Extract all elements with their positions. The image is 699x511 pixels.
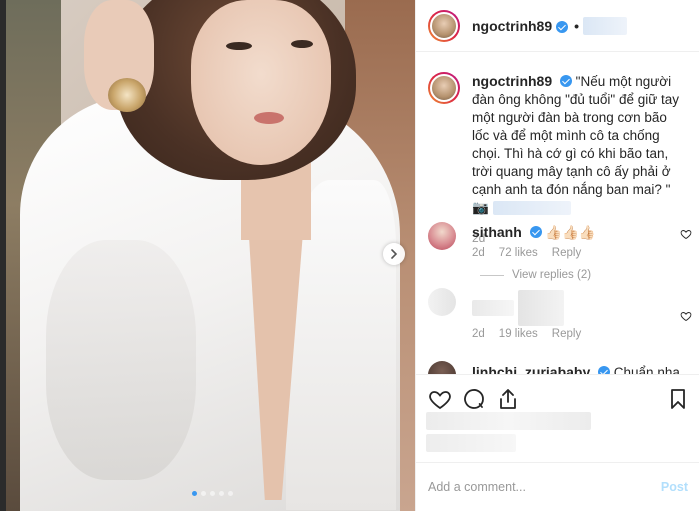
verified-icon [529, 226, 542, 238]
blurred-likes[interactable] [426, 412, 591, 430]
reply-button[interactable]: Reply [552, 247, 581, 259]
post-header: ngoctrinh89 • [416, 0, 699, 52]
caption-username[interactable]: ngoctrinh89 [472, 73, 552, 89]
comment-username[interactable]: linhchi_zuriababy [472, 364, 590, 374]
comment-icon[interactable] [462, 387, 486, 411]
comment-item: linhchi_zuriababy Chuẩn nha [428, 361, 688, 374]
avatar[interactable] [428, 72, 460, 104]
header-separator: • [574, 17, 580, 34]
bookmark-icon[interactable] [666, 387, 690, 411]
avatar[interactable] [428, 361, 456, 374]
caption-text: "Nếu một người đàn ông không "đủ tuổi" đ… [472, 74, 680, 215]
comment-time[interactable]: 2d [472, 328, 485, 340]
avatar[interactable] [428, 9, 460, 42]
comment-likes[interactable]: 72 likes [499, 247, 538, 259]
view-replies[interactable]: View replies (2) [480, 269, 596, 281]
caption: ngoctrinh89 "Nếu một người đàn ông không… [428, 72, 688, 247]
verified-icon [559, 75, 572, 87]
carousel-dot [228, 491, 233, 496]
add-comment-bar: Post [416, 462, 699, 511]
post-username[interactable]: ngoctrinh89 [472, 18, 552, 34]
verified-icon [598, 366, 611, 374]
watch-detail [108, 78, 146, 112]
reply-button[interactable]: Reply [552, 328, 581, 340]
blurred-comment [518, 290, 564, 326]
comments-list[interactable]: ngoctrinh89 "Nếu một người đàn ông không… [416, 52, 699, 374]
carousel-dot [210, 491, 215, 496]
comment-item: 2d 19 likes Reply [428, 288, 692, 340]
carousel-dot [219, 491, 224, 496]
follow-button-blurred[interactable] [583, 16, 628, 35]
blurred-timestamp [426, 434, 516, 452]
comment-username[interactable]: sithanh [472, 224, 522, 240]
view-replies-label[interactable]: View replies (2) [512, 269, 591, 281]
heart-icon[interactable] [680, 310, 692, 322]
blurred-mention[interactable] [492, 201, 571, 216]
comment-likes[interactable]: 19 likes [499, 328, 538, 340]
comment-text: 👍🏻👍🏻👍🏻 [545, 225, 596, 240]
avatar[interactable] [428, 222, 456, 250]
comment-item: sithanh 👍🏻👍🏻👍🏻 2d 72 likes Reply View re… [428, 222, 692, 281]
post-button[interactable]: Post [661, 480, 688, 494]
heart-icon[interactable] [428, 387, 452, 411]
blurred-comment [472, 300, 514, 316]
heart-icon[interactable] [680, 228, 692, 240]
carousel-next-button[interactable] [383, 243, 405, 265]
comment-time[interactable]: 2d [472, 247, 485, 259]
carousel-dot [201, 491, 206, 496]
comment-input[interactable] [428, 480, 661, 494]
comment-text: Chuẩn nha [613, 365, 680, 374]
carousel-indicator [192, 491, 233, 496]
avatar[interactable] [428, 288, 456, 316]
verified-icon [556, 20, 569, 33]
carousel-dot [192, 491, 197, 496]
chevron-right-icon [391, 249, 398, 259]
post-sidebar: ngoctrinh89 • ngoctrinh89 "Nếu một người… [415, 0, 699, 511]
share-icon[interactable] [496, 387, 520, 411]
post-photo[interactable] [6, 0, 415, 511]
